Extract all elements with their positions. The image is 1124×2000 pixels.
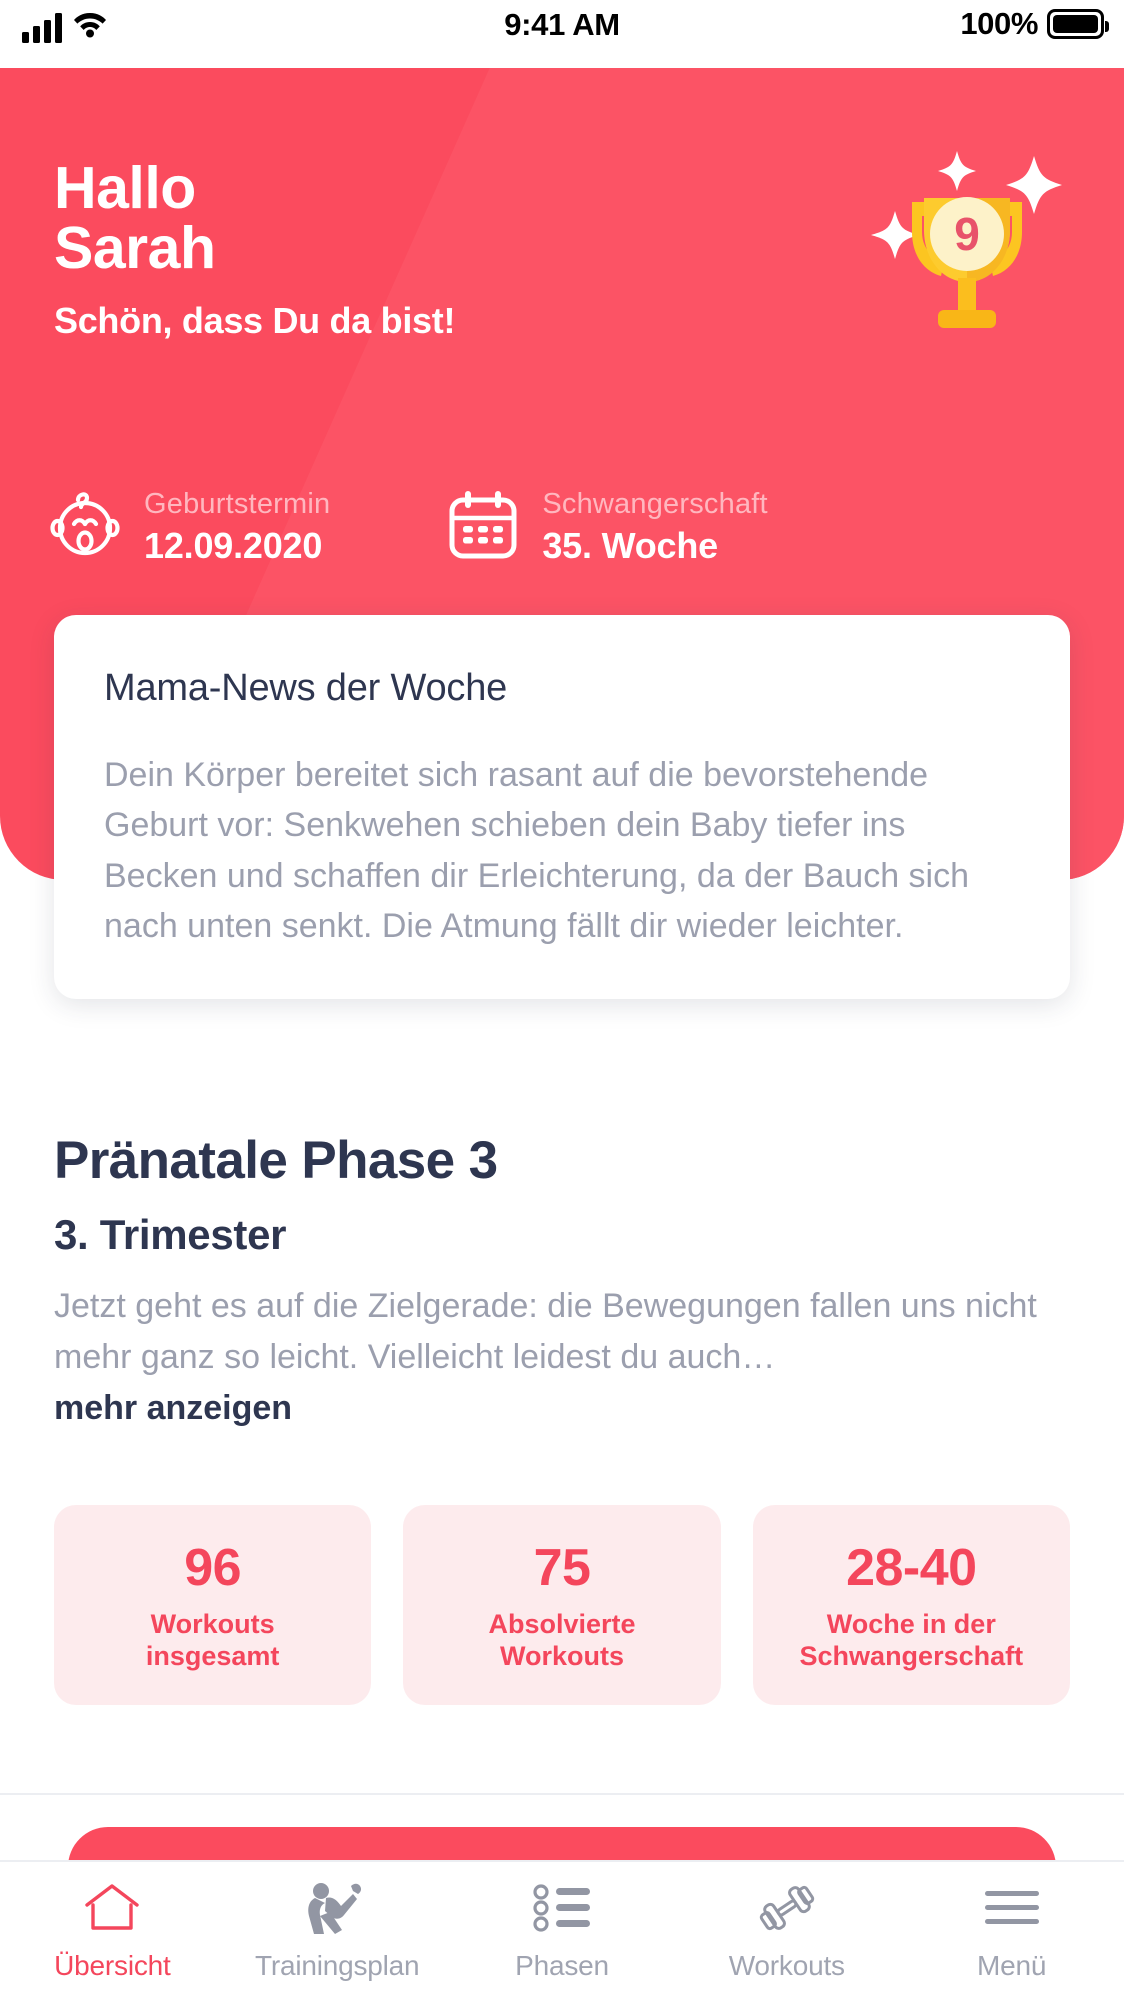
trophy-badge[interactable]: 9 — [862, 126, 1072, 346]
list-bullet-icon — [532, 1880, 592, 1936]
nav-item-menue[interactable]: Menü — [899, 1880, 1124, 1982]
show-more-link[interactable]: mehr anzeigen — [54, 1389, 292, 1428]
baby-face-icon — [48, 488, 122, 567]
nav-item-phasen[interactable]: Phasen — [450, 1880, 675, 1982]
battery-full-icon — [1047, 9, 1109, 39]
info-item-due-date: Geburtstermin 12.09.2020 — [48, 488, 330, 567]
stat-caption-line-2: Schwangerschaft — [799, 1641, 1024, 1671]
stat-caption-line-2: insgesamt — [145, 1641, 280, 1671]
dumbbell-icon — [756, 1880, 818, 1936]
calendar-icon — [446, 488, 520, 567]
stat-caption-line-2: Workouts — [499, 1641, 624, 1671]
nav-item-uebersicht[interactable]: Übersicht — [0, 1880, 225, 1982]
phase-subtitle: 3. Trimester — [54, 1211, 287, 1258]
nav-label-workouts: Workouts — [728, 1950, 845, 1981]
info-label-pregnancy: Schwangerschaft — [542, 488, 768, 520]
status-bar: 9:41 AM 100% — [0, 0, 1124, 68]
greeting-line-1: Hallo — [54, 155, 196, 221]
greeting-subtitle: Schön, dass Du da bist! — [54, 300, 456, 342]
yoga-pose-icon — [306, 1880, 368, 1936]
nav-item-workouts[interactable]: Workouts — [674, 1880, 899, 1982]
stat-value: 75 — [533, 1538, 591, 1597]
nav-label-phasen: Phasen — [515, 1950, 609, 1981]
home-icon — [84, 1880, 140, 1936]
info-value-pregnancy: 35. Woche — [542, 525, 718, 566]
mama-news-title: Mama-News der Woche — [104, 667, 508, 709]
info-label-due-date: Geburtstermin — [144, 488, 331, 520]
stat-caption: Absolvierte Workouts — [488, 1608, 635, 1673]
greeting-block: Hallo Sarah Schön, dass Du da bist! — [54, 158, 455, 342]
section-divider — [0, 1793, 1124, 1795]
status-bar-time: 9:41 AM — [504, 7, 620, 42]
phase-section: Pränatale Phase 3 3. Trimester Jetzt geh… — [54, 1130, 1070, 1428]
status-bar-right: 100% — [960, 6, 1109, 42]
stat-caption-line-1: Woche in der — [826, 1608, 996, 1639]
stat-tile-completed-workouts[interactable]: 75 Absolvierte Workouts — [403, 1505, 721, 1705]
phase-title: Pränatale Phase 3 — [54, 1131, 498, 1190]
mama-news-body: Dein Körper bereitet sich rasant auf die… — [104, 756, 970, 945]
stat-value: 28-40 — [846, 1538, 977, 1597]
stats-row: 96 Workouts insgesamt 75 Absolvierte Wor… — [54, 1505, 1070, 1705]
battery-percent-label: 100% — [960, 6, 1038, 41]
greeting-line-2: Sarah — [54, 215, 216, 282]
trophy-badge-number: 9 — [954, 208, 980, 260]
info-value-due-date: 12.09.2020 — [144, 525, 323, 566]
nav-item-trainingsplan[interactable]: Trainingsplan — [225, 1880, 450, 1982]
stat-value: 96 — [184, 1538, 242, 1597]
header-info-row: Geburtstermin 12.09.2020 Schwangerschaft… — [48, 488, 768, 567]
nav-label-menue: Menü — [976, 1950, 1047, 1981]
phase-description: Jetzt geht es auf die Zielgerade: die Be… — [54, 1287, 1037, 1376]
hamburger-menu-icon — [982, 1880, 1042, 1936]
stat-caption: Workouts insgesamt — [146, 1608, 280, 1673]
mama-news-card[interactable]: Mama-News der Woche Dein Körper bereitet… — [54, 615, 1070, 1000]
nav-label-trainingsplan: Trainingsplan — [254, 1950, 420, 1981]
bottom-navigation-bar: Übersicht Trainingsplan Phasen Workouts … — [0, 1860, 1124, 2000]
stat-tile-pregnancy-week-range[interactable]: 28-40 Woche in der Schwangerschaft — [752, 1505, 1070, 1705]
app-screen: 9:41 AM 100% Hallo Sarah Schön, dass Du … — [0, 0, 1124, 2000]
info-item-pregnancy-week: Schwangerschaft 35. Woche — [446, 488, 768, 567]
stat-caption-line-1: Workouts — [150, 1608, 275, 1639]
stat-caption-line-1: Absolvierte — [488, 1608, 636, 1639]
nav-label-uebersicht: Übersicht — [54, 1950, 171, 1981]
stat-tile-total-workouts[interactable]: 96 Workouts insgesamt — [54, 1505, 372, 1705]
stat-caption: Woche in der Schwangerschaft — [800, 1608, 1024, 1673]
